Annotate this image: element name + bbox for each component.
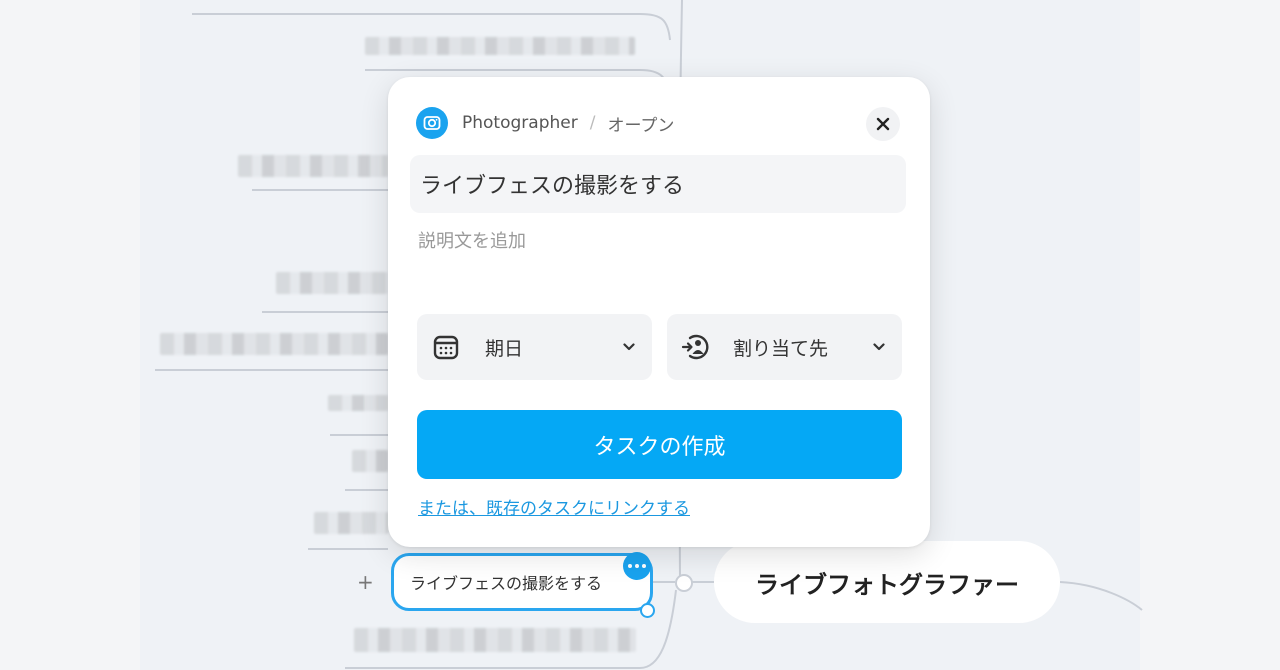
more-options-icon[interactable] xyxy=(623,552,651,580)
blurred-node xyxy=(276,272,388,294)
calendar-icon xyxy=(431,332,461,362)
selected-node-label: ライブフェスの撮影をする xyxy=(410,574,603,593)
blurred-node xyxy=(365,37,635,55)
assignee-label: 割り当て先 xyxy=(733,337,829,360)
breadcrumb-separator: / xyxy=(589,113,596,133)
connector-hub[interactable] xyxy=(675,574,693,592)
camera-icon xyxy=(416,107,448,139)
project-name[interactable]: Photographer xyxy=(462,113,578,133)
task-title-input[interactable]: ライブフェスの撮影をする xyxy=(410,155,906,213)
due-date-dropdown[interactable]: 期日 xyxy=(417,314,652,380)
create-task-popover: Photographer / オープン ライブフェスの撮影をする 説明文を追加 … xyxy=(388,77,930,547)
root-node[interactable]: ライブフォトグラファー xyxy=(714,541,1060,623)
selected-node[interactable]: ライブフェスの撮影をする xyxy=(391,553,653,611)
breadcrumb: Photographer / オープン xyxy=(416,107,674,139)
blurred-node xyxy=(328,395,388,411)
connector-handle[interactable] xyxy=(640,603,655,618)
root-node-label: ライブフォトグラファー xyxy=(755,570,1019,599)
close-icon[interactable] xyxy=(866,107,900,141)
task-status[interactable]: オープン xyxy=(607,111,674,136)
add-node-icon[interactable]: + xyxy=(357,570,374,594)
blurred-node xyxy=(352,450,388,472)
due-date-label: 期日 xyxy=(485,337,524,360)
blurred-node xyxy=(238,155,388,177)
assignee-icon xyxy=(681,332,711,362)
description-field[interactable]: 説明文を追加 xyxy=(418,227,526,253)
assignee-dropdown[interactable]: 割り当て先 xyxy=(667,314,902,380)
link-existing-task-link[interactable]: または、既存のタスクにリンクする xyxy=(418,494,690,519)
create-task-button[interactable]: タスクの作成 xyxy=(417,410,902,479)
chevron-down-icon xyxy=(872,340,886,354)
blurred-node xyxy=(314,512,388,534)
task-title-value: ライブフェスの撮影をする xyxy=(420,174,685,199)
blurred-node xyxy=(160,333,388,355)
chevron-down-icon xyxy=(622,340,636,354)
blurred-node xyxy=(354,628,636,652)
